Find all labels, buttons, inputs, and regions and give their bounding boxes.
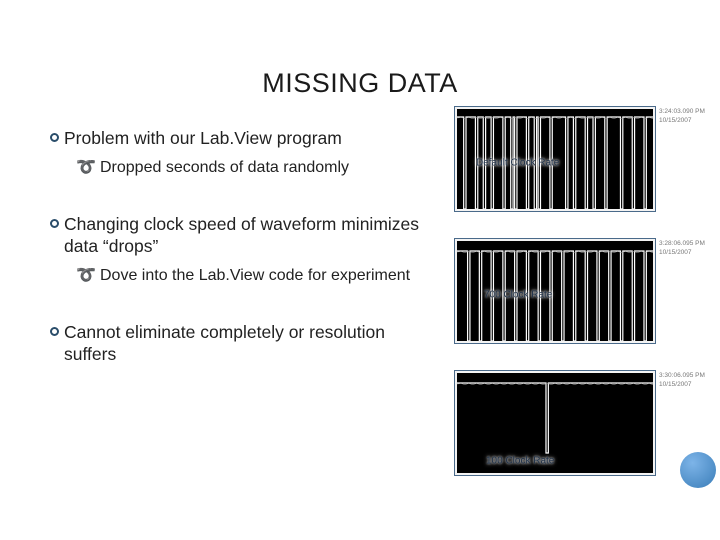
figure-caption: 100 Clock Rate: [486, 456, 554, 467]
list-item-text: Cannot eliminate completely or resolutio…: [64, 322, 434, 366]
figure-700-clock: 3:28:06.095 PM 10/15/2007 700 Clock Rate: [454, 238, 706, 344]
sub-list-item: ➰ Dove into the Lab.View code for experi…: [76, 266, 434, 286]
figure-timestamp: 3:30:06.095 PM 10/15/2007: [656, 370, 705, 476]
waveform-box: [454, 370, 656, 476]
timestamp-time: 3:28:06.095 PM: [659, 240, 705, 248]
sub-list-item-text: Dropped seconds of data randomly: [100, 158, 434, 178]
timestamp-date: 10/15/2007: [659, 249, 705, 257]
ring-bullet-icon: [44, 128, 64, 142]
figure-100-clock: 3:30:06.095 PM 10/15/2007 100 Clock Rate: [454, 370, 706, 476]
figure-column: 3:24:03.090 PM 10/15/2007 Default Clock …: [454, 106, 706, 476]
page-title: MISSING DATA: [0, 68, 720, 99]
timestamp-time: 3:30:06.095 PM: [659, 372, 705, 380]
sub-list-item-text: Dove into the Lab.View code for experime…: [100, 266, 434, 286]
timestamp-time: 3:24:03.090 PM: [659, 108, 705, 116]
swirl-bullet-icon: ➰: [76, 158, 100, 177]
timestamp-date: 10/15/2007: [659, 381, 705, 389]
list-item: Cannot eliminate completely or resolutio…: [44, 322, 434, 366]
list-item-text: Problem with our Lab.View program: [64, 128, 434, 150]
figure-caption: Default Clock Rate: [476, 158, 559, 169]
figure-caption: 700 Clock Rate: [484, 290, 552, 301]
list-item: Changing clock speed of waveform minimiz…: [44, 214, 434, 258]
swirl-bullet-icon: ➰: [76, 266, 100, 285]
figure-timestamp: 3:24:03.090 PM 10/15/2007: [656, 106, 705, 212]
ring-bullet-icon: [44, 322, 64, 336]
timestamp-date: 10/15/2007: [659, 117, 705, 125]
ring-bullet-icon: [44, 214, 64, 228]
slide: MISSING DATA Problem with our Lab.View p…: [0, 0, 720, 540]
figure-default-clock: 3:24:03.090 PM 10/15/2007 Default Clock …: [454, 106, 706, 212]
sub-list-item: ➰ Dropped seconds of data randomly: [76, 158, 434, 178]
list-item: Problem with our Lab.View program: [44, 128, 434, 150]
figure-timestamp: 3:28:06.095 PM 10/15/2007: [656, 238, 705, 344]
bullet-list: Problem with our Lab.View program ➰ Drop…: [44, 128, 434, 371]
list-item-text: Changing clock speed of waveform minimiz…: [64, 214, 434, 258]
